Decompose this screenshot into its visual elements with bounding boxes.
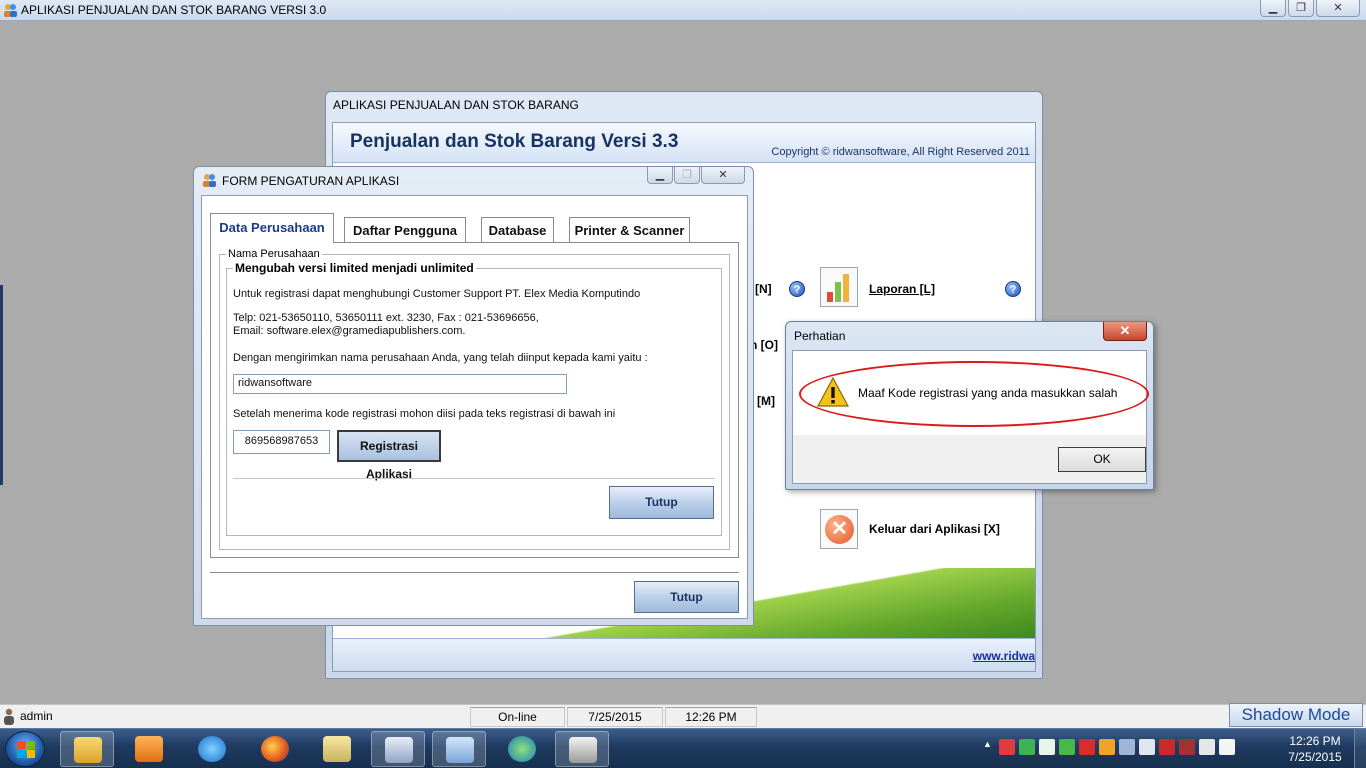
main-window-title: APLIKASI PENJUALAN DAN STOK BARANG bbox=[333, 98, 579, 112]
tray-volume-icon[interactable] bbox=[1199, 739, 1215, 755]
status-bar: admin On-line 7/25/2015 12:26 PM bbox=[0, 704, 1366, 728]
user-icon bbox=[4, 708, 14, 725]
minimize-button[interactable]: ▁ bbox=[1260, 0, 1286, 17]
tray-check-icon[interactable] bbox=[1039, 739, 1055, 755]
tray-network-icon[interactable] bbox=[1019, 739, 1035, 755]
contact-text: Untuk registrasi dapat menghubungi Custo… bbox=[233, 288, 641, 300]
form-minimize-button[interactable]: ▁ bbox=[647, 167, 673, 184]
taskbar-notes[interactable] bbox=[310, 731, 364, 767]
taskbar-media-player[interactable] bbox=[122, 731, 176, 767]
main-heading: Penjualan dan Stok Barang Versi 3.3 bbox=[350, 131, 679, 152]
inner-close-button[interactable]: Tutup bbox=[609, 486, 714, 519]
tray-device-icon[interactable] bbox=[1159, 739, 1175, 755]
tray-flag-icon[interactable] bbox=[999, 739, 1015, 755]
taskbar-internet-explorer[interactable] bbox=[185, 731, 239, 767]
message-close-button[interactable]: ✕ bbox=[1103, 322, 1147, 341]
status-connection: On-line bbox=[470, 707, 565, 727]
tab-daftar-pengguna[interactable]: Daftar Pengguna bbox=[344, 217, 466, 242]
taskbar: ▲ 12:26 PM 7/25/2015 bbox=[0, 728, 1366, 768]
email-text: Email: software.elex@gramediapublishers.… bbox=[233, 325, 466, 337]
settings-form-window: FORM PENGATURAN APLIKASI ▁ ❐ ✕ Data Peru… bbox=[193, 166, 754, 626]
shadow-mode-button[interactable]: Shadow Mode bbox=[1229, 703, 1363, 727]
tab-panel-data-perusahaan: Nama Perusahaan Mengubah versi limited m… bbox=[210, 242, 739, 558]
windows-start-icon[interactable] bbox=[5, 731, 45, 767]
form-maximize-button: ❐ bbox=[674, 167, 700, 184]
tray-arrow-icon[interactable]: ▲ bbox=[983, 739, 995, 755]
message-dialog-title: Perhatian bbox=[794, 329, 846, 343]
message-body: Maaf Kode registrasi yang anda masukkan … bbox=[793, 351, 1149, 435]
report-chart-icon[interactable] bbox=[820, 267, 858, 307]
group-nama-perusahaan: Nama Perusahaan Mengubah versi limited m… bbox=[219, 248, 730, 550]
settings-form-client: Data Perusahaan Daftar Pengguna Database… bbox=[201, 195, 748, 619]
taskbar-printer[interactable] bbox=[555, 731, 609, 767]
clock-time: 12:26 PM bbox=[1289, 734, 1341, 748]
message-client: Maaf Kode registrasi yang anda masukkan … bbox=[792, 350, 1149, 484]
message-dialog: Perhatian ✕ Maaf Kode registrasi yang an… bbox=[785, 321, 1154, 490]
highlight-ellipse bbox=[799, 361, 1149, 427]
taskbar-app-window[interactable] bbox=[371, 731, 425, 767]
tray-s-icon[interactable] bbox=[1219, 739, 1235, 755]
help-icon-laporan[interactable]: ? bbox=[1005, 281, 1021, 297]
menu-item-laporan[interactable]: Laporan [L] bbox=[869, 282, 935, 296]
taskbar-explorer[interactable] bbox=[60, 731, 114, 767]
after-receive-text: Setelah menerima kode registrasi mohon d… bbox=[233, 408, 616, 420]
taskbar-document[interactable] bbox=[432, 731, 486, 767]
tab-printer-scanner[interactable]: Printer & Scanner bbox=[569, 217, 690, 242]
main-footer: www.ridwa bbox=[333, 638, 1035, 671]
website-link[interactable]: www.ridwa bbox=[973, 649, 1035, 663]
status-time: 12:26 PM bbox=[665, 707, 757, 727]
taskbar-firefox[interactable] bbox=[248, 731, 302, 767]
outer-close-button[interactable]: Tutup bbox=[634, 581, 739, 613]
left-edge-strip bbox=[0, 285, 3, 485]
status-date: 7/25/2015 bbox=[567, 707, 663, 727]
menu-item-n-partial[interactable]: [N] bbox=[755, 282, 772, 296]
close-button[interactable]: ✕ bbox=[1316, 0, 1360, 17]
tray-edit-icon[interactable] bbox=[1059, 739, 1075, 755]
phone-text: Telp: 021-53650110, 53650111 ext. 3230, … bbox=[233, 312, 539, 324]
taskbar-clock[interactable]: 12:26 PM 7/25/2015 bbox=[1282, 733, 1348, 765]
menu-item-keluar[interactable]: Keluar dari Aplikasi [X] bbox=[869, 522, 1000, 536]
form-close-button[interactable]: ✕ bbox=[701, 167, 745, 184]
copyright-text: Copyright © ridwansoftware, All Right Re… bbox=[771, 146, 1030, 158]
ok-button[interactable]: OK bbox=[1058, 447, 1146, 472]
taskbar-network[interactable] bbox=[495, 731, 549, 767]
registration-code-field[interactable]: 869568987653 bbox=[233, 430, 330, 454]
send-info-text: Dengan mengirimkan nama perusahaan Anda,… bbox=[233, 352, 648, 364]
exit-icon[interactable]: ✕ bbox=[820, 509, 858, 549]
menu-item-o-partial[interactable]: n [O] bbox=[750, 338, 778, 352]
group-registration: Mengubah versi limited menjadi unlimited… bbox=[226, 261, 722, 536]
register-app-button[interactable]: Registrasi Aplikasi bbox=[337, 430, 441, 481]
settings-form-title: FORM PENGATURAN APLIKASI bbox=[222, 174, 400, 188]
help-icon[interactable]: ? bbox=[789, 281, 805, 297]
tab-data-perusahaan[interactable]: Data Perusahaan bbox=[210, 213, 334, 243]
clock-date: 7/25/2015 bbox=[1288, 750, 1342, 764]
inner-separator bbox=[233, 478, 715, 479]
tray-display-icon[interactable] bbox=[1139, 739, 1155, 755]
form-separator bbox=[210, 572, 739, 573]
tray-audio-tool-icon[interactable] bbox=[1099, 739, 1115, 755]
tab-database[interactable]: Database bbox=[481, 217, 554, 242]
group-registration-label: Mengubah versi limited menjadi unlimited bbox=[233, 261, 476, 275]
app-title: APLIKASI PENJUALAN DAN STOK BARANG VERSI… bbox=[21, 3, 327, 17]
tray-bluetooth-icon[interactable] bbox=[1119, 739, 1135, 755]
company-name-field[interactable]: ridwansoftware bbox=[233, 374, 567, 394]
maximize-button[interactable]: ❐ bbox=[1288, 0, 1314, 17]
status-user: admin bbox=[20, 709, 53, 723]
menu-item-m-partial[interactable]: [M] bbox=[757, 394, 775, 408]
tray-signal-icon[interactable] bbox=[1179, 739, 1195, 755]
main-header: Penjualan dan Stok Barang Versi 3.3 Copy… bbox=[333, 123, 1035, 163]
app-title-bar[interactable]: APLIKASI PENJUALAN DAN STOK BARANG VERSI… bbox=[0, 0, 1366, 21]
tray-shield-icon[interactable] bbox=[1079, 739, 1095, 755]
app-people-icon bbox=[4, 4, 17, 17]
group-nama-perusahaan-label: Nama Perusahaan bbox=[226, 248, 322, 260]
show-desktop-button[interactable] bbox=[1354, 729, 1366, 768]
system-tray: ▲ bbox=[983, 739, 1235, 755]
app-people-icon bbox=[203, 174, 216, 187]
